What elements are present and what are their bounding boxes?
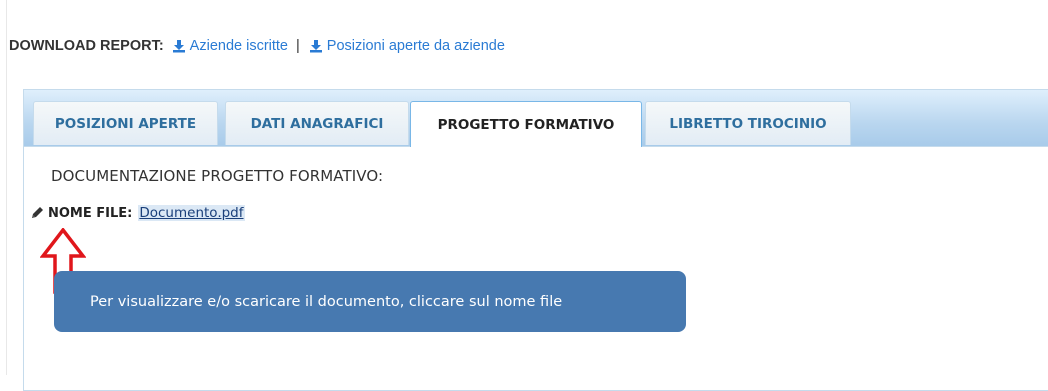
download-link-label: Aziende iscritte bbox=[189, 38, 288, 54]
tab-posizioni-aperte[interactable]: POSIZIONI APERTE bbox=[33, 101, 218, 145]
tab-libretto-tirocinio[interactable]: LIBRETTO TIROCINIO bbox=[645, 101, 851, 145]
tooltip-text: Per visualizzare e/o scaricare il docume… bbox=[90, 293, 563, 310]
left-border bbox=[6, 0, 7, 375]
help-tooltip: Per visualizzare e/o scaricare il docume… bbox=[54, 271, 686, 332]
download-report-bar: DOWNLOAD REPORT: Aziende iscritte | Posi… bbox=[9, 38, 505, 54]
download-icon bbox=[309, 40, 322, 53]
section-title: DOCUMENTAZIONE PROGETTO FORMATIVO: bbox=[51, 167, 384, 185]
file-name-label: NOME FILE: bbox=[48, 205, 133, 221]
pencil-icon[interactable] bbox=[30, 206, 44, 220]
separator: | bbox=[296, 38, 300, 54]
file-name-link[interactable]: Documento.pdf bbox=[138, 205, 245, 221]
download-report-label: DOWNLOAD REPORT: bbox=[9, 38, 164, 54]
tabs-panel: POSIZIONI APERTE DATI ANAGRAFICI PROGETT… bbox=[23, 89, 1048, 391]
tab-bar: POSIZIONI APERTE DATI ANAGRAFICI PROGETT… bbox=[24, 90, 1048, 147]
download-link-label: Posizioni aperte da aziende bbox=[326, 38, 505, 54]
tab-dati-anagrafici[interactable]: DATI ANAGRAFICI bbox=[225, 101, 409, 145]
download-aziende-iscritte-link[interactable]: Aziende iscritte bbox=[172, 38, 288, 54]
download-posizioni-aperte-link[interactable]: Posizioni aperte da aziende bbox=[309, 38, 505, 54]
tab-progetto-formativo[interactable]: PROGETTO FORMATIVO bbox=[410, 101, 642, 147]
file-row: NOME FILE: Documento.pdf bbox=[30, 205, 245, 221]
download-icon bbox=[172, 40, 185, 53]
